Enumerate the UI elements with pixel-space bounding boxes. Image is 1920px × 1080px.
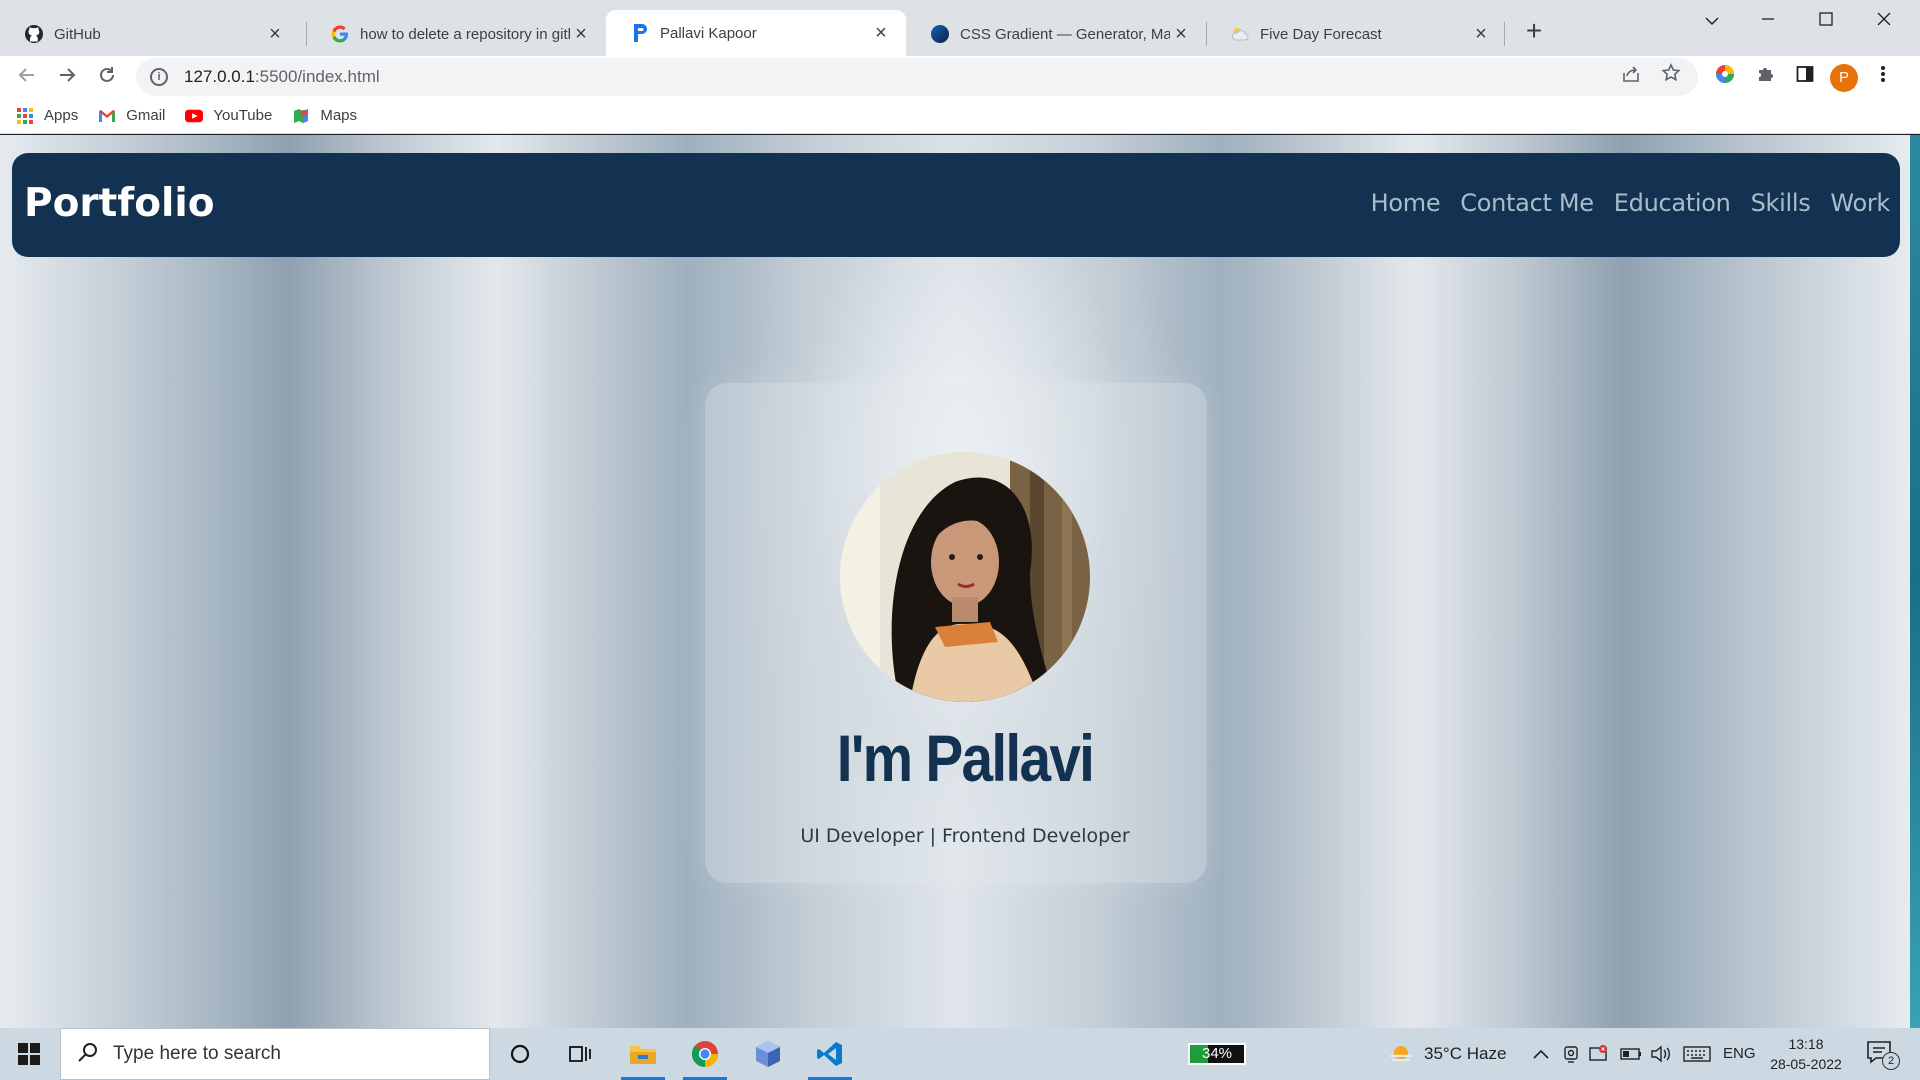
cssgradient-icon	[930, 24, 950, 44]
bookmark-gmail[interactable]: Gmail	[98, 107, 165, 125]
bookmark-apps[interactable]: Apps	[16, 107, 78, 125]
site-logo[interactable]: Portfolio	[24, 181, 215, 226]
nav-work[interactable]: Work	[1830, 189, 1890, 217]
chrome-icon[interactable]	[677, 1028, 733, 1080]
kebab-menu-icon[interactable]	[1870, 64, 1896, 90]
weather-sun-haze-icon[interactable]	[1387, 1042, 1415, 1064]
clock-date: 28-05-2022	[1770, 1056, 1842, 1072]
tab-strip: GitHub × how to delete a repository in g…	[0, 0, 1920, 56]
maximize-icon[interactable]	[1798, 0, 1854, 40]
security-center-icon[interactable]	[1588, 1043, 1610, 1065]
reload-icon[interactable]	[90, 60, 124, 94]
hero-title: I'm Pallavi	[836, 721, 1095, 795]
language-indicator[interactable]: ENG	[1723, 1028, 1756, 1080]
windows-taskbar: Type here to search 34% 35°C Haze ENG 13…	[0, 1028, 1920, 1080]
forward-arrow-icon[interactable]	[50, 60, 84, 94]
bookmark-label: Gmail	[126, 107, 166, 124]
maps-icon	[292, 107, 310, 125]
3d-box-app-icon[interactable]	[740, 1028, 796, 1080]
tab-five-day-forecast[interactable]: Five Day Forecast ×	[1206, 12, 1506, 56]
clock-time: 13:18	[1788, 1036, 1824, 1052]
github-icon	[24, 24, 44, 44]
tab-css-gradient[interactable]: CSS Gradient — Generator, Make ×	[906, 12, 1206, 56]
url-text: 127.0.0.1:5500/index.html	[184, 67, 380, 87]
windows-start-icon[interactable]	[0, 1028, 58, 1080]
nav-contact-me[interactable]: Contact Me	[1460, 189, 1594, 217]
new-tab-button[interactable]: +	[1518, 16, 1550, 48]
task-view-icon[interactable]	[552, 1028, 608, 1080]
close-icon[interactable]: ×	[1470, 23, 1492, 46]
desktop-wallpaper-edge	[1910, 135, 1920, 1028]
battery-percent-text: 34%	[1201, 1045, 1233, 1062]
back-arrow-icon[interactable]	[10, 60, 44, 94]
nav-home[interactable]: Home	[1371, 189, 1441, 217]
close-icon[interactable]: ×	[264, 23, 286, 46]
profile-photo	[840, 452, 1090, 702]
search-icon	[77, 1041, 99, 1068]
url-path: :5500/index.html	[254, 67, 380, 86]
youtube-icon	[185, 107, 204, 125]
system-clock[interactable]: 13:18 28-05-2022	[1766, 1034, 1846, 1074]
bookmark-maps[interactable]: Maps	[292, 107, 357, 125]
bookmark-label: YouTube	[213, 107, 273, 124]
notification-count-badge: 2	[1882, 1052, 1900, 1070]
page-viewport: Portfolio Home Contact Me Education Skil…	[0, 135, 1910, 1028]
gmail-icon	[98, 107, 116, 125]
google-icon	[330, 24, 350, 44]
tab-search-chevron-icon[interactable]	[1684, 0, 1740, 40]
taskbar-search-box[interactable]: Type here to search	[60, 1028, 490, 1080]
weather-text[interactable]: 35°C Haze	[1424, 1028, 1506, 1080]
webcam-icon[interactable]	[1560, 1043, 1582, 1065]
bookmark-youtube[interactable]: YouTube	[185, 107, 272, 125]
chevron-up-icon[interactable]	[1530, 1043, 1552, 1065]
tab-title: Pallavi Kapoor	[660, 24, 757, 42]
tab-pallavi-kapoor[interactable]: Pallavi Kapoor ×	[606, 10, 906, 56]
p-logo-icon	[630, 23, 650, 43]
bookmark-label: Apps	[44, 107, 79, 124]
puzzle-icon[interactable]	[1752, 64, 1778, 90]
close-icon[interactable]: ×	[570, 23, 592, 46]
tab-title: CSS Gradient — Generator, Make	[960, 25, 1170, 43]
file-explorer-icon[interactable]	[615, 1028, 671, 1080]
tab-github[interactable]: GitHub ×	[0, 12, 300, 56]
share-icon[interactable]	[1614, 58, 1648, 96]
close-icon[interactable]: ×	[1170, 23, 1192, 46]
site-info-icon[interactable]: i	[150, 68, 168, 86]
url-host: 127.0.0.1	[184, 67, 255, 86]
hero-subtitle: UI Developer | Frontend Developer	[800, 825, 1130, 847]
tab-separator	[1504, 22, 1505, 46]
tab-title: how to delete a repository in gith	[360, 25, 570, 43]
profile-avatar[interactable]: P	[1830, 64, 1858, 92]
nav-links: Home Contact Me Education Skills Work	[1351, 189, 1891, 217]
search-placeholder: Type here to search	[113, 1043, 281, 1064]
extension-colorwheel-icon[interactable]	[1712, 64, 1738, 90]
weather-icon	[1230, 24, 1250, 44]
side-panel-icon[interactable]	[1792, 64, 1818, 90]
minimize-icon[interactable]	[1740, 0, 1796, 40]
nav-skills[interactable]: Skills	[1751, 189, 1811, 217]
site-navbar: Portfolio Home Contact Me Education Skil…	[12, 153, 1900, 257]
cortana-icon[interactable]	[492, 1028, 548, 1080]
close-icon[interactable]: ×	[870, 22, 892, 45]
bookmark-label: Maps	[320, 107, 358, 124]
tab-google-search[interactable]: how to delete a repository in gith ×	[306, 12, 606, 56]
tab-title: GitHub	[54, 25, 101, 43]
vscode-icon[interactable]	[802, 1028, 858, 1080]
nav-education[interactable]: Education	[1614, 189, 1731, 217]
battery-icon[interactable]	[1620, 1043, 1642, 1065]
touch-keyboard-icon[interactable]	[1682, 1043, 1712, 1065]
tab-title: Five Day Forecast	[1260, 25, 1382, 43]
window-close-icon[interactable]	[1856, 0, 1912, 40]
battery-meter-widget[interactable]: 34%	[1188, 1043, 1246, 1065]
notification-center-icon[interactable]: 2	[1866, 1040, 1900, 1070]
bookmark-star-icon[interactable]	[1654, 58, 1688, 96]
volume-icon[interactable]	[1650, 1043, 1672, 1065]
browser-toolbar: i 127.0.0.1:5500/index.html P	[0, 56, 1920, 98]
address-bar[interactable]: i 127.0.0.1:5500/index.html	[136, 58, 1698, 96]
bookmarks-bar: Apps Gmail YouTube Maps	[0, 98, 1920, 134]
apps-grid-icon	[16, 107, 34, 125]
